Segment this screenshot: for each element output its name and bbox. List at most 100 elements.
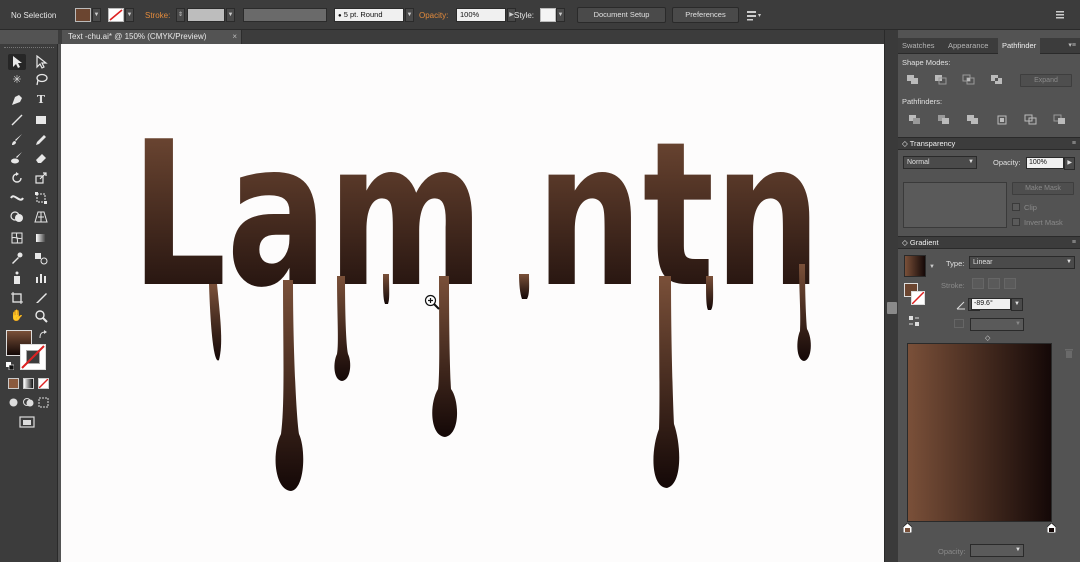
preferences-button[interactable]: Preferences — [672, 7, 739, 23]
blend-tool-icon[interactable] — [32, 250, 50, 266]
make-mask-button[interactable]: Make Mask — [1012, 182, 1074, 195]
graphic-style-swatch[interactable] — [540, 8, 556, 22]
symbol-sprayer-tool-icon[interactable] — [8, 270, 26, 286]
merge-icon[interactable] — [966, 114, 980, 126]
gradient-presets-chevron-icon[interactable]: ▼ — [929, 264, 935, 270]
close-tab-icon[interactable]: × — [232, 30, 237, 44]
aspect-ratio-field[interactable]: ▼ — [970, 318, 1024, 331]
slice-tool-icon[interactable] — [32, 290, 50, 306]
stroke-label[interactable]: Stroke: — [145, 11, 170, 20]
vertical-scrollbar[interactable] — [884, 30, 898, 562]
zoom-tool-icon[interactable] — [32, 308, 50, 324]
brush-dropdown[interactable]: ▼ — [405, 8, 414, 22]
selection-tool-icon[interactable] — [8, 54, 26, 70]
width-tool-icon[interactable] — [8, 190, 26, 206]
free-transform-tool-icon[interactable] — [32, 190, 50, 206]
transparency-opacity-dropdown[interactable]: ▶ — [1064, 157, 1075, 170]
intersect-icon[interactable] — [962, 74, 976, 86]
draw-normal-icon[interactable] — [8, 397, 19, 408]
stroke-dropdown[interactable]: ▼ — [125, 8, 134, 22]
canvas-area[interactable]: Lam ntn — [58, 44, 884, 562]
angle-dropdown[interactable]: ▼ — [1011, 298, 1023, 311]
line-segment-tool-icon[interactable] — [8, 112, 26, 128]
gradient-slider[interactable] — [907, 343, 1052, 522]
blend-mode-select[interactable]: Normal ▼ — [903, 156, 977, 169]
type-tool-icon[interactable]: T — [32, 92, 50, 108]
gradient-stop-left[interactable] — [902, 522, 913, 534]
direct-selection-tool-icon[interactable] — [32, 54, 50, 70]
default-fill-stroke-icon[interactable] — [6, 362, 15, 371]
tab-appearance[interactable]: Appearance — [944, 38, 992, 54]
mesh-tool-icon[interactable] — [8, 230, 26, 246]
gradient-tool-icon[interactable] — [32, 230, 50, 246]
arrange-documents-icon[interactable] — [746, 9, 762, 21]
document-tab[interactable]: Text -chu.ai* @ 150% (CMYK/Preview) × — [62, 30, 242, 44]
tab-swatches[interactable]: Swatches — [898, 38, 939, 54]
artboard[interactable]: Lam ntn — [61, 44, 884, 562]
pen-tool-icon[interactable] — [8, 92, 26, 108]
gradient-mode-button[interactable] — [23, 378, 34, 389]
gradient-stroke-box[interactable] — [911, 291, 925, 305]
transparency-panel-header[interactable]: ◇ Transparency ≡ — [898, 137, 1080, 150]
scale-tool-icon[interactable] — [32, 170, 50, 186]
scrollbar-thumb[interactable] — [887, 302, 897, 314]
gradient-panel-header[interactable]: ◇ Gradient ≡ — [898, 236, 1080, 249]
column-graph-tool-icon[interactable] — [32, 270, 50, 286]
pathfinder-panel-menu-icon[interactable]: ▾≡ — [1068, 38, 1076, 54]
stroke-weight-stepper[interactable]: ⇕ — [176, 8, 185, 22]
outline-icon[interactable] — [1024, 114, 1038, 126]
lasso-tool-icon[interactable] — [32, 72, 50, 88]
draw-behind-icon[interactable] — [23, 397, 34, 408]
rotate-tool-icon[interactable] — [8, 170, 26, 186]
stroke-swatch[interactable] — [108, 8, 124, 22]
draw-inside-icon[interactable] — [38, 397, 49, 408]
pencil-tool-icon[interactable] — [32, 132, 50, 148]
opacity-label[interactable]: Opacity: — [419, 11, 448, 20]
gradient-opacity-field[interactable]: ▼ — [970, 544, 1024, 557]
blob-brush-tool-icon[interactable] — [8, 150, 26, 166]
none-mode-button[interactable] — [38, 378, 49, 389]
eraser-tool-icon[interactable] — [32, 150, 50, 166]
angle-field[interactable]: -89.6° — [971, 298, 1011, 310]
opacity-field[interactable]: 100% — [456, 8, 506, 22]
document-setup-button[interactable]: Document Setup — [577, 7, 666, 23]
exclude-icon[interactable] — [990, 74, 1004, 86]
fill-dropdown[interactable]: ▼ — [92, 8, 101, 22]
panel-menu-icon[interactable] — [1054, 9, 1066, 21]
stroke-color-box[interactable] — [20, 344, 46, 370]
midpoint-diamond-icon[interactable]: ◇ — [985, 334, 990, 342]
delete-stop-icon[interactable] — [1064, 348, 1074, 358]
stroke-weight-dropdown[interactable]: ▼ — [226, 8, 235, 22]
stroke-within-icon[interactable] — [972, 278, 984, 289]
gradient-stop-right[interactable] — [1046, 522, 1057, 534]
divide-icon[interactable] — [908, 114, 922, 126]
stroke-along-icon[interactable] — [988, 278, 1000, 289]
toolbar-grip[interactable] — [4, 47, 54, 52]
perspective-grid-tool-icon[interactable] — [32, 209, 50, 225]
expand-button[interactable]: Expand — [1020, 74, 1072, 87]
rectangle-tool-icon[interactable] — [32, 112, 50, 128]
reverse-gradient-icon[interactable] — [908, 315, 920, 327]
gradient-thumbnail[interactable] — [904, 255, 926, 277]
brush-definition[interactable]: ● 5 pt. Round — [334, 8, 404, 22]
gradient-panel-menu-icon[interactable]: ≡ — [1072, 237, 1076, 249]
stroke-across-icon[interactable] — [1004, 278, 1016, 289]
minus-front-icon[interactable] — [934, 74, 948, 86]
artboard-tool-icon[interactable] — [8, 290, 26, 306]
invert-mask-checkbox[interactable] — [1012, 218, 1020, 226]
style-dropdown[interactable]: ▼ — [556, 8, 565, 22]
minus-back-icon[interactable] — [1053, 114, 1067, 126]
hand-tool-icon[interactable]: ✋ — [8, 308, 26, 324]
tab-pathfinder[interactable]: Pathfinder — [998, 38, 1041, 54]
magic-wand-tool-icon[interactable]: ✳ — [8, 72, 26, 88]
change-screen-mode-icon[interactable] — [18, 416, 36, 430]
clip-checkbox[interactable] — [1012, 203, 1020, 211]
paintbrush-tool-icon[interactable] — [8, 132, 26, 148]
crop-icon[interactable] — [995, 114, 1009, 126]
eyedropper-tool-icon[interactable] — [8, 250, 26, 266]
gradient-type-select[interactable]: Linear ▼ — [969, 256, 1075, 269]
color-mode-button[interactable] — [8, 378, 19, 389]
melting-text-artwork[interactable]: Lam ntn — [61, 44, 884, 562]
stroke-weight-field[interactable] — [187, 8, 225, 22]
shape-builder-tool-icon[interactable] — [8, 209, 26, 225]
